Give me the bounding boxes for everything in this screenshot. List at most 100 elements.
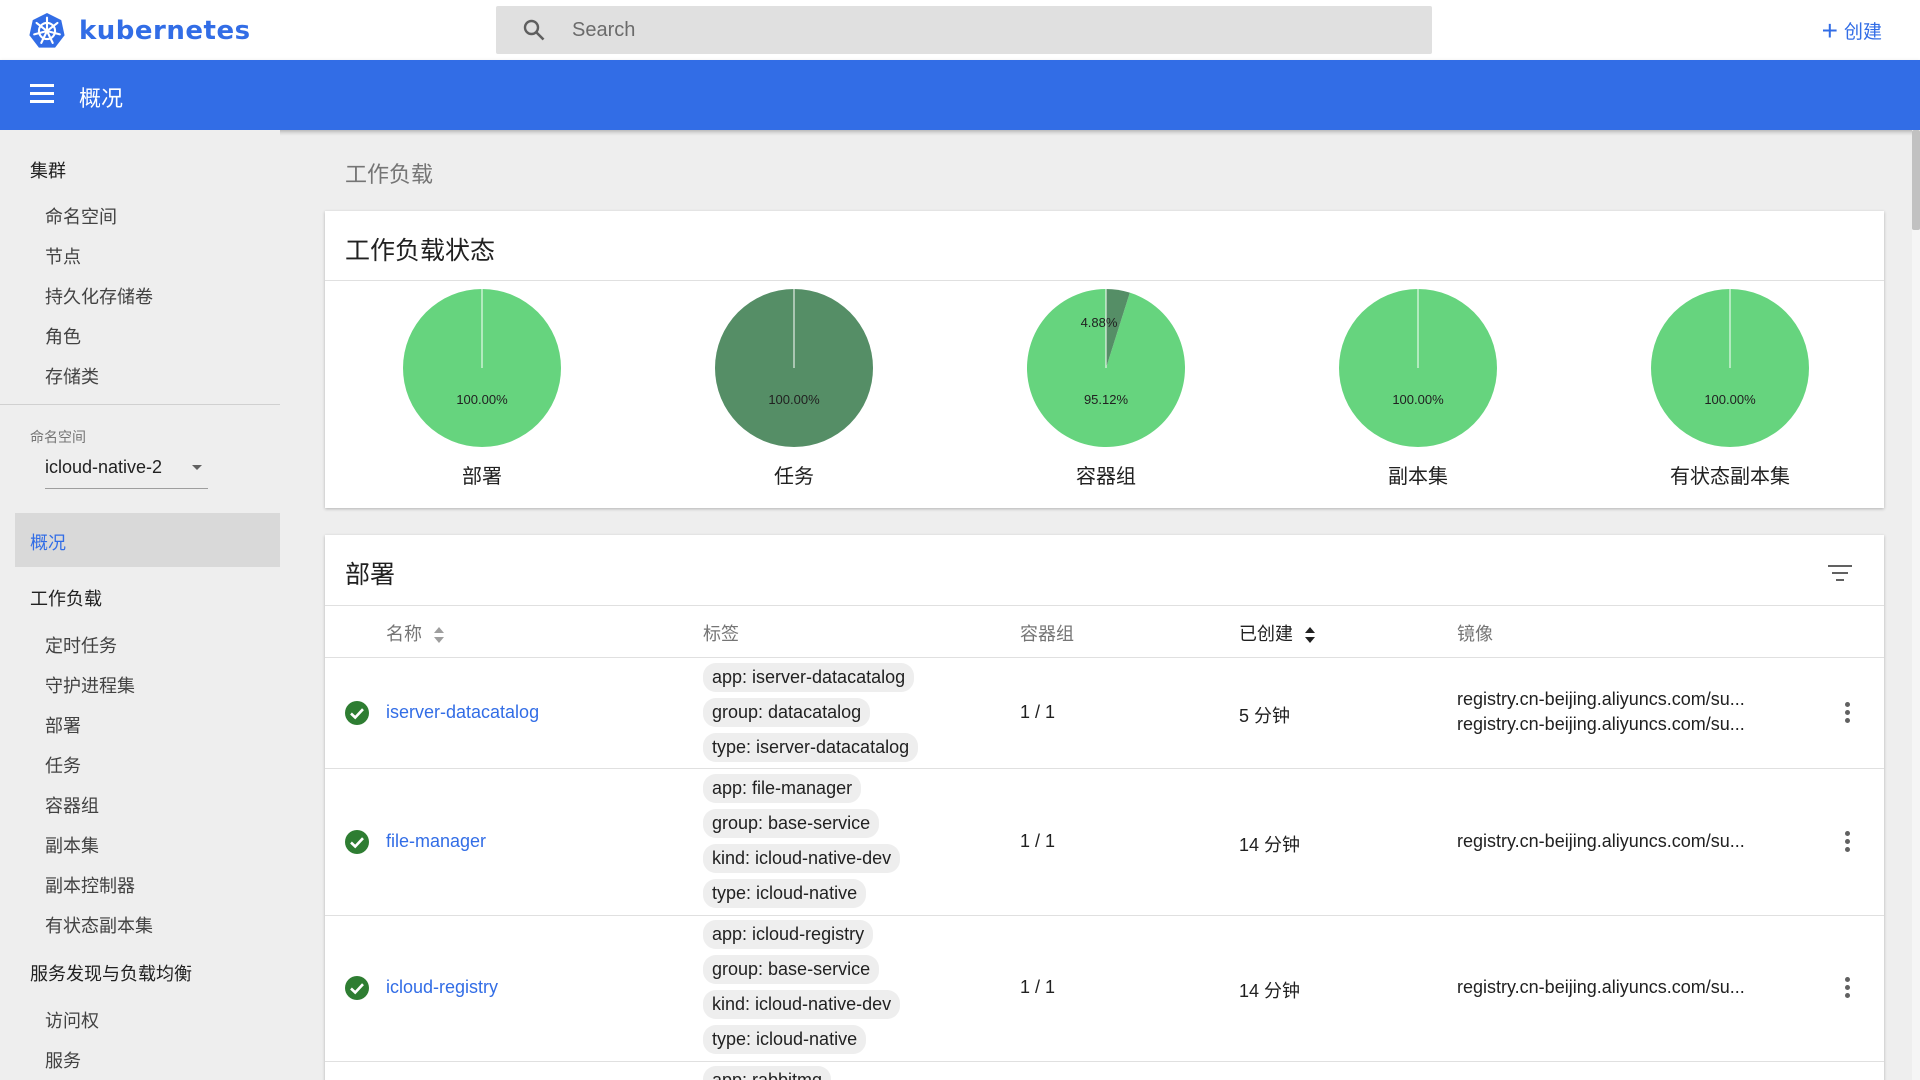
pie-chart: 95.12% 4.88% 容器组 bbox=[1021, 288, 1191, 489]
pie-value-label: 95.12% bbox=[1084, 392, 1129, 407]
sidebar-item-cronjobs[interactable]: 定时任务 bbox=[45, 632, 117, 658]
label-chip: app: icloud-registry bbox=[703, 920, 874, 949]
card-divider bbox=[325, 605, 1884, 606]
pie-chart-label: 副本集 bbox=[1388, 466, 1448, 488]
label-chip: app: rabbitmq bbox=[703, 1066, 832, 1080]
section-title: 工作负载 bbox=[345, 162, 434, 187]
column-header-name[interactable]: 名称 bbox=[386, 620, 445, 646]
namespace-label: 命名空间 bbox=[30, 429, 86, 445]
chevron-down-icon bbox=[192, 465, 202, 470]
hamburger-menu-icon[interactable] bbox=[30, 84, 54, 104]
pie-chart-label: 任务 bbox=[774, 466, 814, 488]
pie-chart-svg: 100.00% bbox=[1339, 289, 1497, 447]
check-circle-icon bbox=[345, 830, 369, 854]
scrollbar[interactable] bbox=[1912, 130, 1920, 1080]
app-name: kubernetes bbox=[79, 16, 251, 46]
check-circle-icon bbox=[345, 976, 369, 1000]
images-cell: registry.cn-beijing.aliyuncs.com/su... bbox=[1457, 975, 1745, 1000]
scrollbar-thumb[interactable] bbox=[1912, 130, 1920, 230]
sort-icon bbox=[1305, 627, 1316, 644]
sidebar-item-pods[interactable]: 容器组 bbox=[45, 792, 99, 818]
sidebar-item-storage-classes[interactable]: 存储类 bbox=[45, 363, 99, 389]
labels-cell: app: iserver-datacatalog group: datacata… bbox=[703, 663, 919, 768]
sidebar-heading-cluster[interactable]: 集群 bbox=[30, 157, 66, 183]
label-chip: app: file-manager bbox=[703, 774, 862, 803]
created-cell: 14 分钟 bbox=[1239, 981, 1301, 1001]
pie-value-label: 100.00% bbox=[768, 392, 820, 407]
column-header-created-label: 已创建 bbox=[1239, 624, 1293, 644]
column-header-pods: 容器组 bbox=[1020, 624, 1074, 644]
sidebar-item-daemonsets[interactable]: 守护进程集 bbox=[45, 672, 135, 698]
pie-chart: 100.00% 有状态副本集 bbox=[1645, 288, 1815, 489]
pie-chart: 100.00% 部署 bbox=[397, 288, 567, 489]
sidebar-item-persistent-volumes[interactable]: 持久化存储卷 bbox=[45, 283, 153, 309]
sidebar-heading-workloads[interactable]: 工作负载 bbox=[30, 585, 102, 611]
label-chip: kind: icloud-native-dev bbox=[703, 990, 901, 1019]
filter-icon[interactable] bbox=[1828, 565, 1852, 583]
deployment-name-link[interactable]: icloud-registry bbox=[386, 977, 498, 998]
pods-cell: 1 / 1 bbox=[1020, 831, 1056, 851]
more-vert-icon[interactable] bbox=[1845, 831, 1851, 855]
column-header-created[interactable]: 已创建 bbox=[1239, 620, 1316, 646]
sidebar-item-replicasets[interactable]: 副本集 bbox=[45, 832, 99, 858]
sidebar-item-roles[interactable]: 角色 bbox=[45, 323, 81, 349]
search-bar[interactable] bbox=[496, 6, 1432, 54]
pods-cell: 1 / 1 bbox=[1020, 702, 1056, 722]
pie-chart: 100.00% 副本集 bbox=[1333, 288, 1503, 489]
label-chip: type: icloud-native bbox=[703, 1025, 867, 1054]
search-input[interactable] bbox=[572, 18, 1392, 42]
label-chip: group: base-service bbox=[703, 955, 880, 984]
more-vert-icon[interactable] bbox=[1845, 702, 1851, 726]
sidebar-item-namespaces[interactable]: 命名空间 bbox=[45, 203, 117, 229]
deployment-name-link[interactable]: file-manager bbox=[386, 831, 486, 852]
image-text: registry.cn-beijing.aliyuncs.com/su... bbox=[1457, 714, 1745, 734]
created-cell: 14 分钟 bbox=[1239, 835, 1301, 855]
label-chip: kind: icloud-native-dev bbox=[703, 844, 901, 873]
sidebar-item-services[interactable]: 服务 bbox=[45, 1047, 81, 1073]
image-text: registry.cn-beijing.aliyuncs.com/su... bbox=[1457, 977, 1745, 997]
kubernetes-logo-icon bbox=[29, 12, 65, 48]
sidebar-item-ingresses[interactable]: 访问权 bbox=[45, 1007, 99, 1033]
title-bar: 概况 bbox=[0, 60, 1920, 130]
sidebar-item-jobs[interactable]: 任务 bbox=[45, 752, 81, 778]
table-row: app: rabbitmq bbox=[325, 1062, 1884, 1080]
create-label: 创建 bbox=[1843, 22, 1882, 43]
pie-chart-svg: 100.00% bbox=[1651, 289, 1809, 447]
pie-chart-svg: 100.00% bbox=[715, 289, 873, 447]
table-row: file-manager app: file-manager group: ba… bbox=[325, 770, 1884, 916]
more-vert-icon[interactable] bbox=[1845, 977, 1851, 1001]
pods-cell: 1 / 1 bbox=[1020, 977, 1056, 997]
images-cell: registry.cn-beijing.aliyuncs.com/su... bbox=[1457, 829, 1745, 854]
pie-chart-svg: 95.12% 4.88% bbox=[1027, 289, 1185, 447]
sidebar-item-deployments[interactable]: 部署 bbox=[45, 712, 81, 738]
namespace-select[interactable]: icloud-native-2 bbox=[45, 457, 208, 489]
page-title: 概况 bbox=[79, 86, 124, 111]
sidebar-item-overview[interactable]: 概况 bbox=[15, 513, 280, 567]
namespace-value: icloud-native-2 bbox=[45, 457, 163, 477]
label-chip: type: iserver-datacatalog bbox=[703, 733, 919, 762]
sidebar-heading-discovery[interactable]: 服务发现与负载均衡 bbox=[30, 960, 192, 986]
created-cell: 5 分钟 bbox=[1239, 706, 1291, 726]
logo[interactable]: kubernetes bbox=[28, 12, 251, 50]
deployments-card-title: 部署 bbox=[345, 561, 396, 589]
column-header-labels: 标签 bbox=[703, 624, 739, 644]
sidebar-item-nodes[interactable]: 节点 bbox=[45, 243, 81, 269]
labels-cell: app: icloud-registry group: base-service… bbox=[703, 920, 901, 1060]
pie-chart-svg: 100.00% bbox=[403, 289, 561, 447]
labels-cell: app: file-manager group: base-service ki… bbox=[703, 774, 901, 914]
pie-chart-label: 有状态副本集 bbox=[1670, 466, 1790, 488]
status-card-title: 工作负载状态 bbox=[345, 237, 496, 265]
sort-icon bbox=[434, 627, 445, 644]
label-chip: app: iserver-datacatalog bbox=[703, 663, 915, 692]
sidebar-item-statefulsets[interactable]: 有状态副本集 bbox=[45, 912, 153, 938]
column-header-name-label: 名称 bbox=[386, 624, 422, 644]
deployment-name-link[interactable]: iserver-datacatalog bbox=[386, 702, 539, 723]
top-bar: kubernetes + 创建 bbox=[0, 0, 1920, 60]
pie-chart-label: 部署 bbox=[462, 466, 502, 488]
sidebar-item-replication-controllers[interactable]: 副本控制器 bbox=[45, 872, 135, 898]
pie-value-label: 100.00% bbox=[1392, 392, 1444, 407]
image-text: registry.cn-beijing.aliyuncs.com/su... bbox=[1457, 689, 1745, 709]
create-button[interactable]: + 创建 bbox=[1822, 16, 1882, 44]
label-chip: group: datacatalog bbox=[703, 698, 871, 727]
sidebar: 集群 命名空间 节点 持久化存储卷 角色 存储类 命名空间 icloud-nat… bbox=[0, 130, 280, 1080]
